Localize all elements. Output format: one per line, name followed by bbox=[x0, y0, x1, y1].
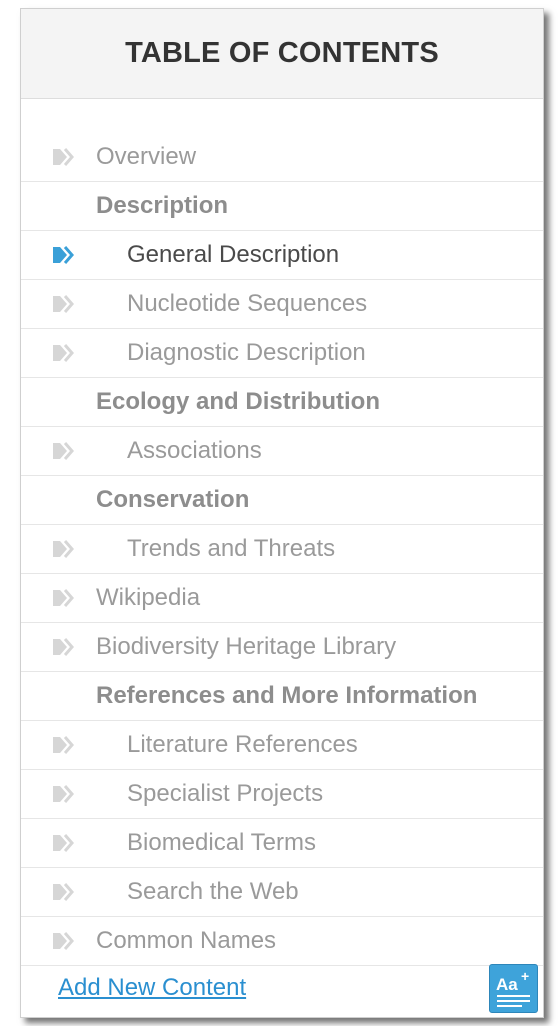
toc-header: TABLE OF CONTENTS bbox=[21, 9, 543, 99]
toc-title: TABLE OF CONTENTS bbox=[125, 37, 439, 69]
toc-item-biodiversity-heritage-library[interactable]: Biodiversity Heritage Library bbox=[21, 623, 543, 672]
toc-item-label: Associations bbox=[127, 437, 262, 464]
chevron-right-icon bbox=[52, 246, 80, 264]
toc-item-nucleotide-sequences[interactable]: Nucleotide Sequences bbox=[21, 280, 543, 329]
chevron-right-icon bbox=[52, 834, 80, 852]
toc-footer: Add New Content Aa + bbox=[21, 964, 543, 1017]
toc-item-label: Overview bbox=[96, 143, 197, 170]
toc-item-label: References and More Information bbox=[96, 682, 478, 709]
toc-item-label: Description bbox=[96, 192, 229, 219]
chevron-right-icon bbox=[52, 344, 80, 362]
chevron-right-icon bbox=[52, 589, 80, 607]
toc-item-overview[interactable]: Overview bbox=[21, 133, 543, 182]
toc-section-ecology-and-distribution: Ecology and Distribution bbox=[21, 378, 543, 427]
toc-section-conservation: Conservation bbox=[21, 476, 543, 525]
font-size-button[interactable]: Aa + bbox=[489, 964, 538, 1013]
toc-item-label: Specialist Projects bbox=[127, 780, 324, 807]
toc-item-wikipedia[interactable]: Wikipedia bbox=[21, 574, 543, 623]
toc-item-specialist-projects[interactable]: Specialist Projects bbox=[21, 770, 543, 819]
toc-item-label: Nucleotide Sequences bbox=[127, 290, 368, 317]
toc-section-references-and-more-information: References and More Information bbox=[21, 672, 543, 721]
toc-item-label: Biodiversity Heritage Library bbox=[96, 633, 397, 660]
table-of-contents-panel: TABLE OF CONTENTS Overview Description Gen… bbox=[20, 8, 544, 1018]
toc-item-biomedical-terms[interactable]: Biomedical Terms bbox=[21, 819, 543, 868]
chevron-right-icon bbox=[52, 148, 80, 166]
toc-item-diagnostic-description[interactable]: Diagnostic Description bbox=[21, 329, 543, 378]
add-new-content-link[interactable]: Add New Content bbox=[58, 974, 246, 1002]
toc-list: Overview Description General Description Nu… bbox=[21, 133, 543, 966]
chevron-right-icon bbox=[52, 442, 80, 460]
toc-item-associations[interactable]: Associations bbox=[21, 427, 543, 476]
toc-item-label: General Description bbox=[127, 241, 340, 268]
toc-item-trends-and-threats[interactable]: Trends and Threats bbox=[21, 525, 543, 574]
chevron-right-icon bbox=[52, 540, 80, 558]
toc-item-label: Biomedical Terms bbox=[127, 829, 316, 856]
chevron-right-icon bbox=[52, 638, 80, 656]
toc-section-description: Description bbox=[21, 182, 543, 231]
toc-item-label: Search the Web bbox=[127, 878, 299, 905]
svg-text:Aa: Aa bbox=[496, 975, 518, 994]
toc-item-common-names[interactable]: Common Names bbox=[21, 917, 543, 966]
svg-text:+: + bbox=[521, 968, 529, 984]
toc-item-label: Diagnostic Description bbox=[127, 339, 366, 366]
font-size-icon: Aa + bbox=[496, 968, 530, 1007]
toc-item-literature-references[interactable]: Literature References bbox=[21, 721, 543, 770]
toc-item-label: Wikipedia bbox=[96, 584, 201, 611]
toc-item-label: Ecology and Distribution bbox=[96, 388, 381, 415]
chevron-right-icon bbox=[52, 932, 80, 950]
chevron-right-icon bbox=[52, 785, 80, 803]
toc-item-label: Common Names bbox=[96, 927, 277, 954]
toc-item-general-description[interactable]: General Description bbox=[21, 231, 543, 280]
chevron-right-icon bbox=[52, 295, 80, 313]
toc-item-label: Literature References bbox=[127, 731, 358, 758]
toc-item-label: Conservation bbox=[96, 486, 250, 513]
toc-item-search-the-web[interactable]: Search the Web bbox=[21, 868, 543, 917]
chevron-right-icon bbox=[52, 736, 80, 754]
chevron-right-icon bbox=[52, 883, 80, 901]
toc-item-label: Trends and Threats bbox=[127, 535, 336, 562]
